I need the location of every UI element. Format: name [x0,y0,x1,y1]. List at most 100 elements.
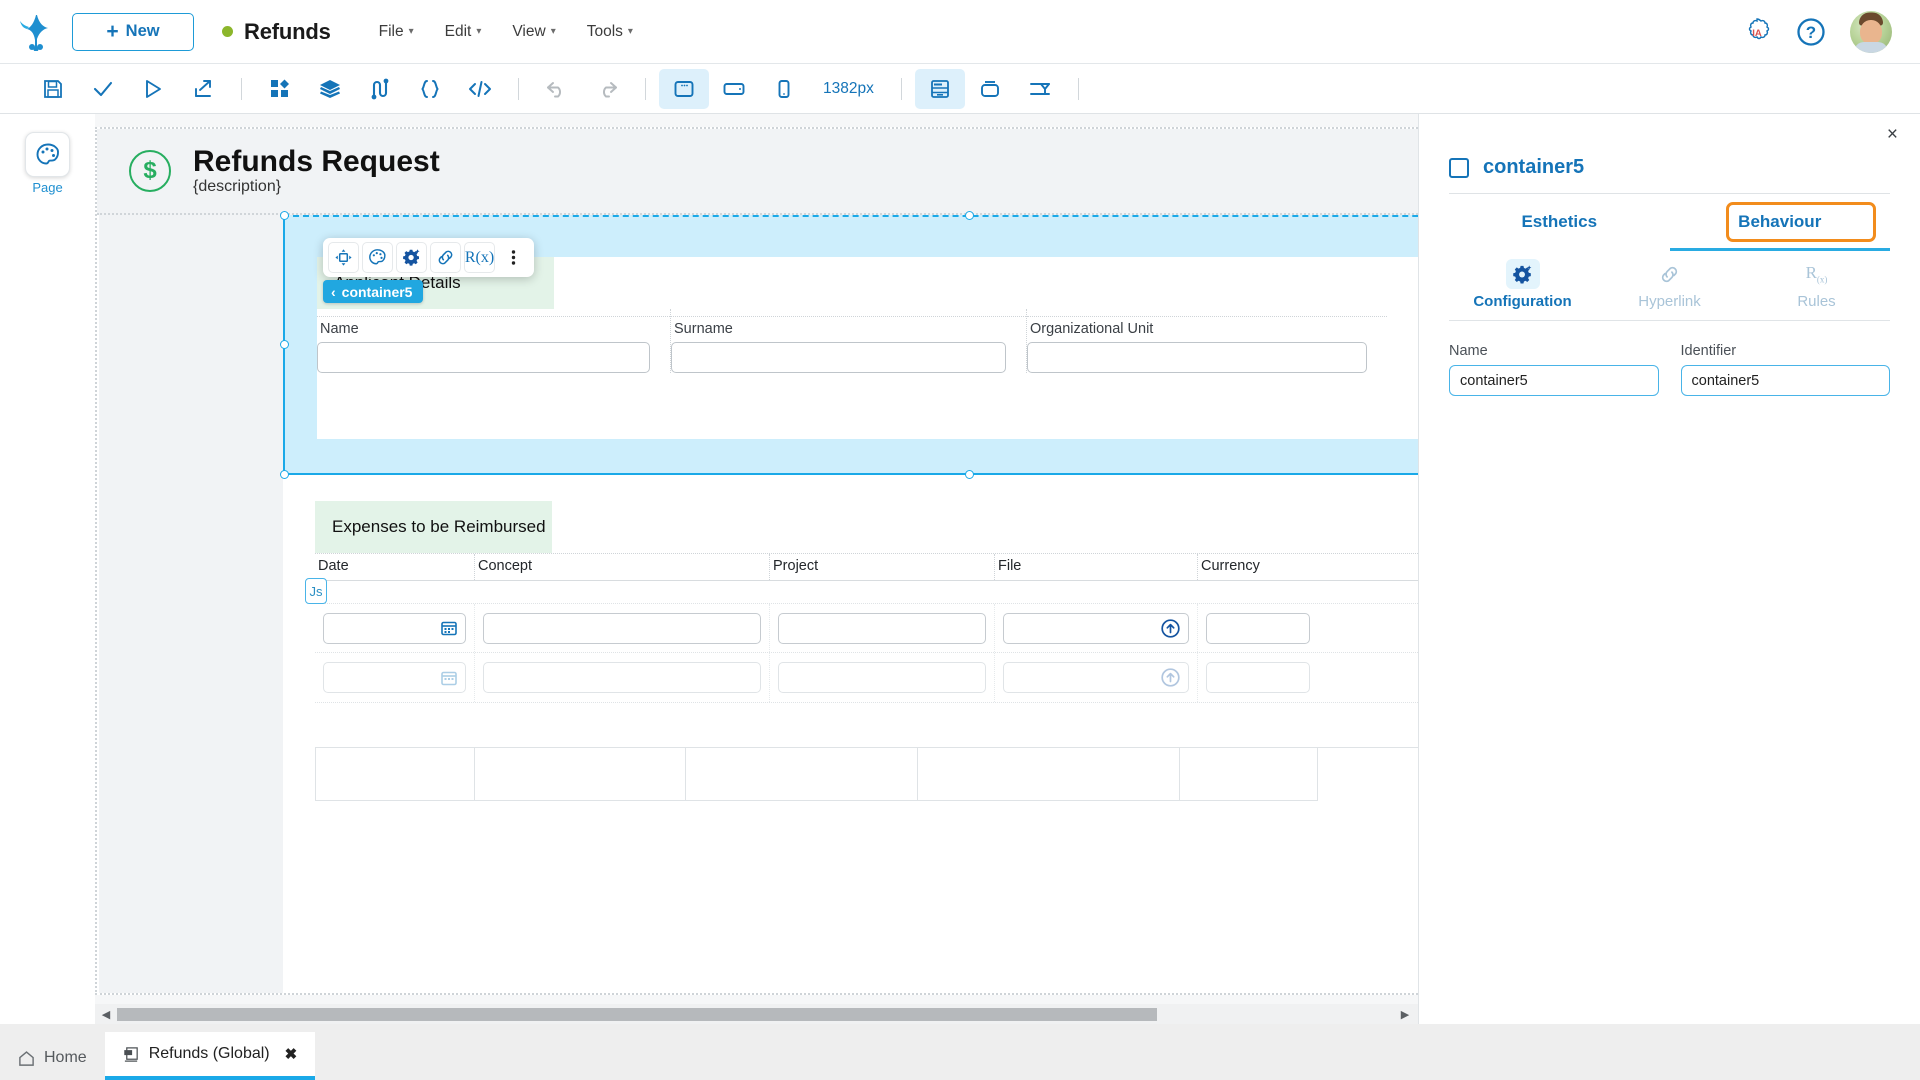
name-field-label: Name [1449,343,1659,359]
organizational-unit-input[interactable] [1027,342,1367,373]
cell-project[interactable] [770,653,995,702]
palette-icon [25,132,70,177]
svg-text:?: ? [1806,23,1816,42]
layout-rows-icon[interactable] [915,69,965,109]
expenses-section: Expenses to be Reimbursed Date Concept P… [315,501,1418,801]
subtab-rules[interactable]: R(x) Rules [1743,251,1890,320]
bottom-tab-home[interactable]: Home [0,1036,105,1080]
layers-icon[interactable] [305,69,355,109]
cell-currency[interactable] [1198,604,1318,652]
desktop-view-icon[interactable] [659,69,709,109]
subtab-hyperlink[interactable]: Hyperlink [1596,251,1743,320]
scroll-left-arrow[interactable]: ◀ [95,1008,117,1021]
date-input[interactable] [323,613,466,644]
file-upload-input[interactable] [1003,613,1189,644]
element-float-toolbar[interactable]: R(x) [323,238,534,277]
rules-rx-icon[interactable]: R(x) [464,242,495,273]
file-upload-input[interactable] [1003,662,1189,693]
properties-panel: × container5 Esthetics Behaviour Configu… [1418,114,1920,1024]
cell-concept[interactable] [475,653,770,702]
new-button[interactable]: + New [72,13,194,51]
help-icon[interactable]: ? [1796,17,1826,47]
data-flow-icon[interactable] [355,69,405,109]
date-input[interactable] [323,662,466,693]
cell-concept[interactable] [475,604,770,652]
ia-assistant-icon[interactable]: IA [1742,17,1772,47]
resize-handle-top-left[interactable] [280,211,289,220]
menu-tools-label: Tools [587,23,623,41]
page-tool-button[interactable]: Page [20,132,75,195]
name-input[interactable] [317,342,650,373]
avatar[interactable] [1850,11,1892,53]
code-brackets-icon[interactable] [455,69,505,109]
move-icon[interactable] [328,242,359,273]
close-icon[interactable]: ✖ [285,1045,298,1063]
link-icon[interactable] [430,242,461,273]
components-grid-icon[interactable] [255,69,305,109]
name-field[interactable] [1449,365,1659,396]
canvas-area[interactable]: $ Refunds Request {description} Applican… [95,114,1418,1024]
cell-date[interactable]: Js [315,604,475,652]
close-icon[interactable]: × [1887,124,1898,146]
app-logo-icon[interactable] [0,13,72,51]
palette-icon[interactable] [362,242,393,273]
container-icon[interactable] [965,69,1015,109]
publish-share-icon[interactable] [178,69,228,109]
menu-file[interactable]: File ▾ [379,23,414,41]
cell-file[interactable] [995,604,1198,652]
resize-handle-bottom-left[interactable] [280,470,289,479]
breadcrumb-back-icon[interactable]: ‹ [331,284,336,300]
resize-handle-top-center[interactable] [965,211,974,220]
totals-row [315,747,1418,801]
upload-circle-icon [1161,668,1180,687]
tablet-view-icon[interactable] [709,69,759,109]
bottom-tab-refunds[interactable]: Refunds (Global) ✖ [105,1032,316,1080]
settings-gear-icon[interactable] [396,242,427,273]
resize-handle-bottom-center[interactable] [965,470,974,479]
cell-currency[interactable] [1198,653,1318,702]
total-cell [686,748,918,801]
table-row[interactable]: Js [315,603,1418,653]
subtab-configuration[interactable]: Configuration [1449,251,1596,320]
project-input[interactable] [778,613,986,644]
field-name-group: Name [1449,343,1659,396]
field-org-unit-label: Organizational Unit [1027,316,1387,337]
menu-edit[interactable]: Edit ▾ [445,23,482,41]
more-vertical-icon[interactable] [498,242,529,273]
page-left-gutter [99,129,283,993]
cell-file[interactable] [995,653,1198,702]
currency-input[interactable] [1206,613,1310,644]
run-play-icon[interactable] [128,69,178,109]
concept-input[interactable] [483,662,761,693]
mobile-view-icon[interactable] [759,69,809,109]
table-row[interactable] [315,653,1418,703]
element-checkbox[interactable] [1449,158,1469,178]
toolbar-separator [241,78,242,100]
resize-handle-middle-left[interactable] [280,340,289,349]
breadcrumb[interactable]: ‹ container5 [323,280,423,303]
zoom-level[interactable]: 1382px [809,80,888,98]
identifier-field[interactable] [1681,365,1891,396]
surname-input[interactable] [671,342,1006,373]
align-icon[interactable] [1015,69,1065,109]
cell-date[interactable] [315,653,475,702]
menu-tools[interactable]: Tools ▾ [587,23,633,41]
tab-esthetics[interactable]: Esthetics [1449,194,1670,251]
panel-tabs: Esthetics Behaviour [1449,193,1890,251]
undo-icon[interactable] [532,69,582,109]
cell-project[interactable] [770,604,995,652]
menu-view[interactable]: View ▾ [512,23,555,41]
concept-input[interactable] [483,613,761,644]
validate-check-icon[interactable] [78,69,128,109]
currency-input[interactable] [1206,662,1310,693]
status-dot-green [222,26,233,37]
scroll-right-arrow[interactable]: ▶ [1394,1008,1416,1021]
horizontal-scrollbar[interactable]: ◀ ▶ [95,1004,1418,1024]
project-input[interactable] [778,662,986,693]
js-script-badge[interactable]: Js [305,578,327,604]
save-icon[interactable] [28,69,78,109]
redo-icon[interactable] [582,69,632,109]
tab-behaviour[interactable]: Behaviour [1670,194,1891,251]
json-braces-icon[interactable] [405,69,455,109]
scrollbar-thumb[interactable] [117,1008,1157,1021]
